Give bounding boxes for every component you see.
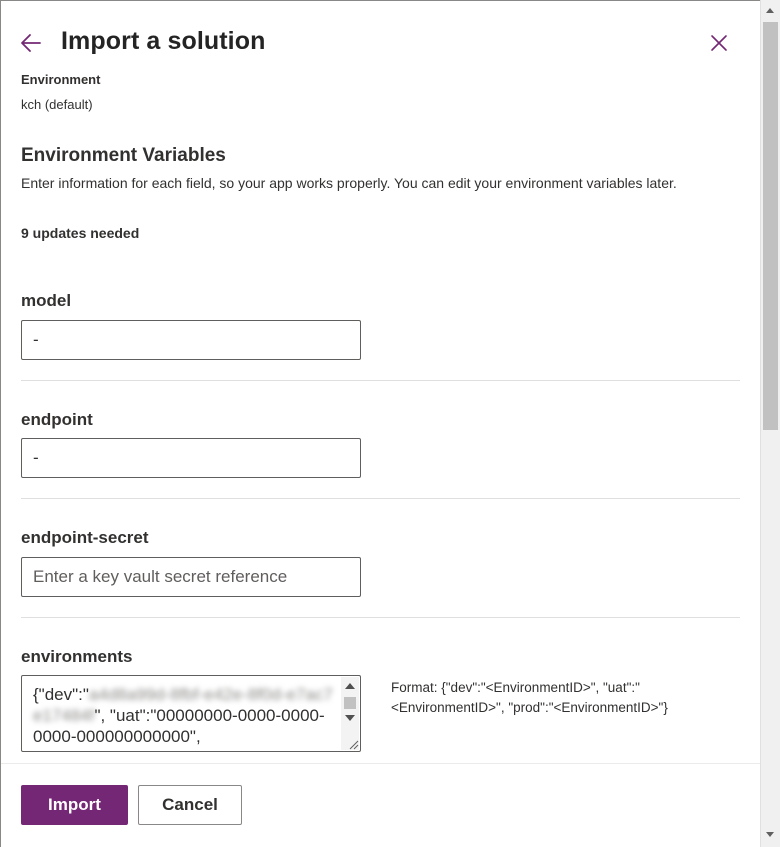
scroll-up-icon[interactable] — [345, 683, 355, 689]
field-label-environments: environments — [21, 647, 133, 666]
environments-text-prefix: {"dev":" — [33, 685, 89, 704]
updates-count: 9 updates needed — [21, 225, 140, 241]
field-label-endpoint: endpoint — [21, 410, 93, 429]
section-title: Environment Variables — [21, 145, 226, 166]
environments-textarea-text: {"dev":"a4d8a99d-8fbf-e42e-8f0d-e7ac7e17… — [33, 684, 333, 747]
arrow-left-icon — [21, 34, 41, 52]
page-scrollbar[interactable] — [760, 0, 780, 847]
endpoint-secret-input[interactable] — [21, 557, 361, 597]
close-button[interactable] — [707, 31, 731, 55]
divider — [21, 617, 740, 618]
field-label-endpoint-secret: endpoint-secret — [21, 528, 149, 547]
section-description: Enter information for each field, so you… — [21, 175, 677, 191]
divider — [21, 380, 740, 381]
close-icon — [711, 35, 727, 51]
endpoint-input[interactable] — [21, 438, 361, 478]
import-button[interactable]: Import — [21, 785, 128, 825]
environments-textarea[interactable]: {"dev":"a4d8a99d-8fbf-e42e-8f0d-e7ac7e17… — [21, 675, 361, 752]
textarea-scroll-thumb[interactable] — [344, 697, 356, 709]
environment-value: kch (default) — [21, 97, 93, 112]
panel-footer: Import Cancel — [1, 763, 760, 847]
import-solution-panel: Import a solution Environment kch (defau… — [0, 0, 760, 847]
environment-label: Environment — [21, 72, 101, 87]
page-title: Import a solution — [61, 27, 266, 55]
cancel-button[interactable]: Cancel — [138, 785, 242, 825]
format-hint: Format: {"dev":"<EnvironmentID>", "uat":… — [391, 680, 668, 715]
resize-grip-icon[interactable] — [347, 738, 359, 750]
field-label-model: model — [21, 291, 72, 310]
model-input[interactable] — [21, 320, 361, 360]
scroll-up-icon[interactable] — [766, 8, 774, 13]
divider — [21, 498, 740, 499]
scroll-down-icon[interactable] — [345, 715, 355, 721]
back-button[interactable] — [17, 29, 45, 57]
scroll-down-icon[interactable] — [766, 832, 774, 837]
panel-header: Import a solution — [1, 1, 760, 73]
scroll-thumb[interactable] — [763, 22, 778, 430]
